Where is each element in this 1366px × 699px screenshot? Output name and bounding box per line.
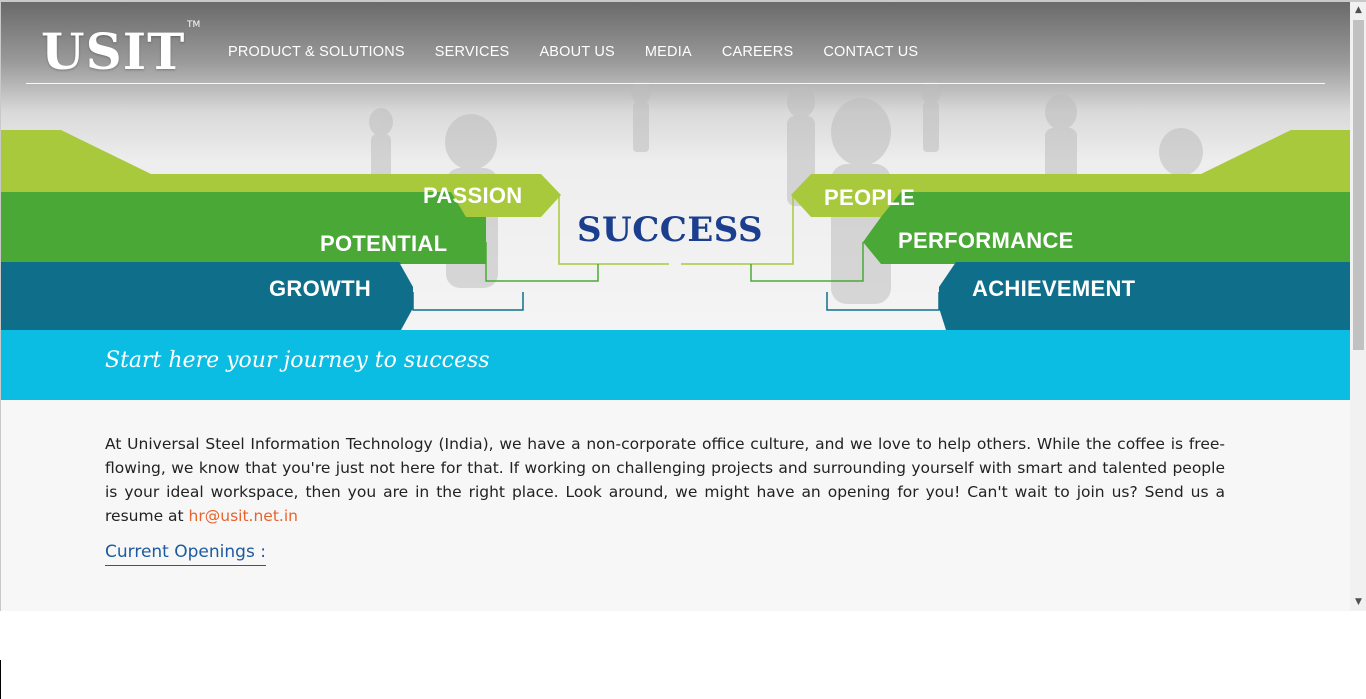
logo-trademark: TM [187,20,201,30]
banner-label-performance: PERFORMANCE [898,228,1074,253]
banner-success-heading: SUCCESS [577,210,764,250]
current-openings-heading[interactable]: Current Openings : [105,542,266,566]
hero-banner: ers [1,2,1350,330]
banner-label-growth: GROWTH [269,276,372,301]
careers-content: At Universal Steel Information Technolog… [105,432,1225,566]
tagline-text: Start here your journey to success [105,348,490,373]
main-navigation: PRODUCT & SOLUTIONS SERVICES ABOUT US ME… [228,44,948,60]
banner-label-achievement: ACHIEVEMENT [972,276,1136,301]
tagline-band: Start here your journey to success [1,330,1350,400]
banner-label-passion: PASSION [423,183,523,208]
scrollbar-thumb[interactable] [1353,20,1364,350]
scroll-up-arrow-icon[interactable]: ▲ [1350,2,1366,19]
text-cursor [0,660,1,699]
nav-services[interactable]: SERVICES [435,44,510,60]
banner-label-people: PEOPLE [824,185,916,210]
nav-careers[interactable]: CAREERS [722,44,794,60]
nav-about-us[interactable]: ABOUT US [539,44,614,60]
scroll-down-arrow-icon[interactable]: ▼ [1350,594,1366,611]
header-divider [26,83,1325,84]
careers-page: ers [1,2,1350,611]
browser-viewport: ers [0,0,1366,611]
nav-contact-us[interactable]: CONTACT US [823,44,918,60]
banner-label-potential: POTENTIAL [320,231,448,256]
hr-email-link[interactable]: hr@usit.net.in [189,507,298,525]
careers-intro-paragraph: At Universal Steel Information Technolog… [105,432,1225,528]
usit-logo[interactable]: USIT [41,22,185,81]
nav-product-solutions[interactable]: PRODUCT & SOLUTIONS [228,44,405,60]
nav-media[interactable]: MEDIA [645,44,692,60]
vertical-scrollbar[interactable]: ▲ ▼ [1350,2,1366,611]
